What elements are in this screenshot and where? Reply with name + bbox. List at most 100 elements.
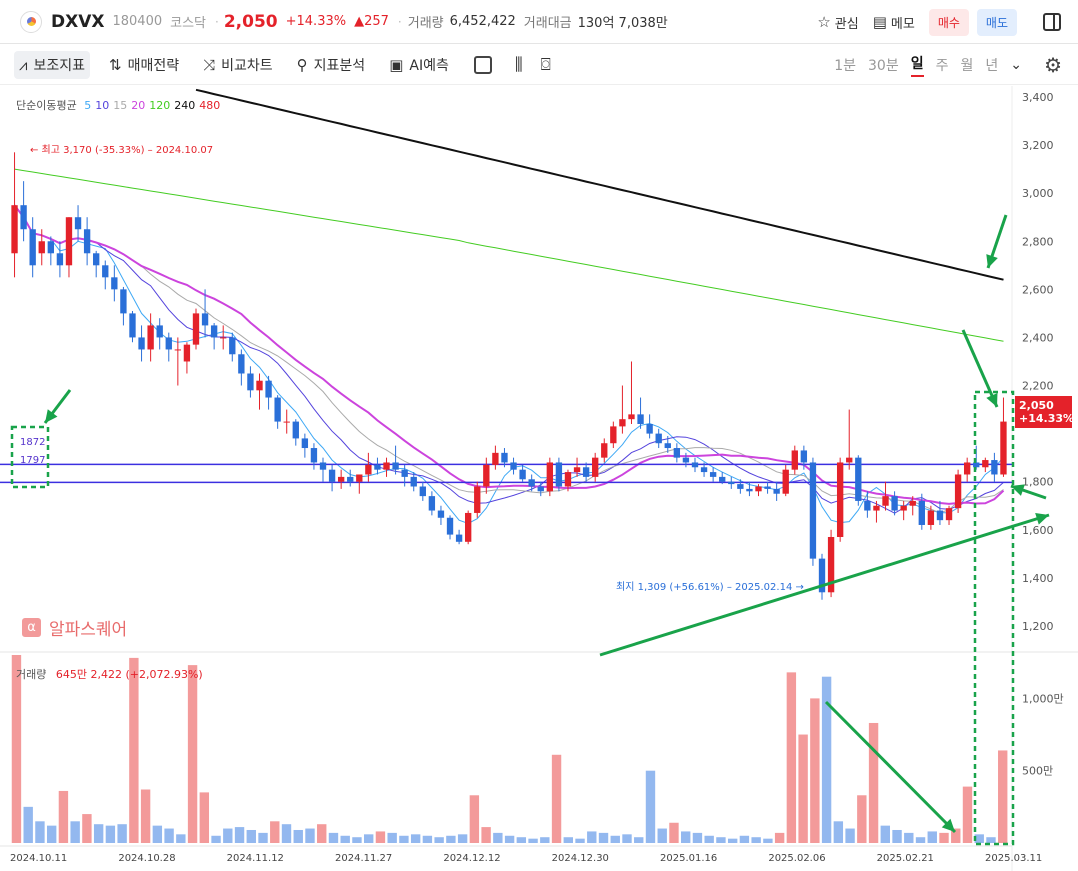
memo-icon: ▤ [872, 13, 887, 31]
star-icon: ☆ [817, 13, 831, 31]
volume-bar [798, 734, 808, 843]
candle-body [356, 474, 363, 482]
x-tick-label: 2024.11.27 [335, 853, 392, 864]
memo-button[interactable]: ▤ 메모 [873, 13, 915, 32]
candle-body [256, 380, 263, 391]
candle-body [982, 460, 989, 468]
volume-bar [317, 824, 327, 843]
stock-name[interactable]: DXVX [51, 12, 104, 32]
candle-body [347, 476, 354, 482]
candle-body [691, 462, 699, 468]
candle-body [555, 462, 563, 487]
strategy-button[interactable]: ⇅ 매매전략 [104, 51, 184, 79]
candle-body [183, 344, 191, 362]
volume-bar [939, 832, 949, 843]
x-tick-label: 2025.01.16 [660, 853, 717, 864]
price-tick-label: 2,200 [1022, 380, 1054, 393]
price-chart[interactable]: 3,400 3,200 3,000 2,800 2,600 2,400 2,200 1,800… [0, 86, 1078, 871]
candle-body [29, 229, 36, 266]
candle-body [474, 486, 481, 513]
candle-body [836, 462, 844, 537]
sell-button[interactable]: 매도 [976, 8, 1017, 36]
analysis-button[interactable]: ⚲ 지표분석 [292, 51, 371, 79]
period-30min[interactable]: 30분 [868, 55, 899, 75]
high-price-note: ← 최고 3,170 (-35.33%) – 2024.10.07 [30, 144, 213, 156]
volume-value: 6,452,422 [449, 14, 516, 29]
candle-body [111, 277, 118, 290]
candle-body [519, 469, 526, 480]
volume-bar [563, 837, 573, 843]
candle-body [238, 354, 245, 374]
current-price: 2,050 [223, 11, 278, 32]
x-tick-label: 2024.10.11 [10, 853, 67, 864]
candle-search-icon: ⚲ [296, 55, 308, 74]
price-tick-label: 3,400 [1022, 91, 1054, 104]
volume-bar [176, 834, 186, 843]
candle-body [319, 462, 327, 470]
candle-body [963, 462, 971, 475]
camera-icon[interactable]: ⌼ [536, 51, 556, 79]
volume-bar [528, 838, 538, 843]
candle-body [945, 508, 953, 521]
alpha-logo-icon: α [22, 618, 41, 637]
period-month[interactable]: 월 [960, 55, 973, 75]
volume-bar [258, 832, 268, 843]
period-week[interactable]: 주 [936, 55, 949, 75]
candle-body [728, 481, 735, 485]
candle-body [220, 337, 227, 339]
volume-bar [187, 665, 198, 843]
volume-bar [751, 837, 761, 843]
strategy-icon: ⇅ [109, 55, 122, 74]
volume-bar [786, 672, 797, 843]
volume-bar [857, 795, 867, 843]
period-day[interactable]: 일 [910, 53, 924, 77]
panel-toggle-icon[interactable] [1043, 13, 1061, 31]
strategy-label: 매매전략 [127, 57, 180, 74]
price-tag-percent: +14.33% [1019, 412, 1075, 425]
buy-button[interactable]: 매수 [928, 8, 969, 36]
volume-bar [904, 832, 914, 843]
period-year[interactable]: 년 [985, 55, 998, 75]
analysis-label: 지표분석 [313, 57, 366, 74]
candle-body [791, 450, 798, 470]
gear-icon[interactable]: ⚙ [1044, 53, 1062, 77]
current-price-tag: 2,050 +14.33% [1015, 396, 1075, 428]
compare-button[interactable]: ⤨ 비교차트 [198, 51, 278, 79]
candle-body [800, 450, 808, 463]
ai-button[interactable]: ▣ AI예측 [384, 51, 454, 79]
candle-body [719, 476, 726, 482]
volume-bar [82, 814, 92, 843]
candle-body [147, 325, 154, 350]
watch-button[interactable]: ☆ 관심 [817, 13, 858, 32]
volume-bar [551, 754, 562, 843]
volume-bar [434, 837, 444, 843]
candle-body [709, 472, 717, 477]
amount-value: 130억 7,038만 [577, 16, 668, 31]
candle-body [573, 467, 581, 473]
x-tick-label: 2025.02.06 [768, 853, 825, 864]
price-tag-value: 2,050 [1019, 399, 1054, 412]
watch-label: 관심 [834, 16, 859, 32]
candle-body [564, 472, 572, 487]
candle-body [428, 496, 436, 511]
candle-body [165, 337, 172, 350]
candle-body [11, 205, 18, 254]
candle-type-button[interactable]: ⫼ [510, 51, 528, 79]
volume-bar [880, 825, 891, 843]
candle-body [927, 510, 935, 525]
candle-body [582, 467, 590, 477]
chevron-down-icon[interactable]: ⌄ [1010, 57, 1022, 73]
candle-body [455, 534, 463, 542]
arrow-ma240-head [986, 254, 998, 268]
square-tool-icon[interactable] [473, 55, 492, 74]
volume-bar [375, 831, 386, 843]
candle-body [156, 325, 163, 338]
volume-bar [129, 657, 139, 843]
candle-body [247, 373, 254, 391]
indicator-button[interactable]: ⩘ 보조지표 [14, 50, 90, 79]
candle-body [873, 505, 880, 511]
candle-body [528, 479, 535, 487]
amount-label: 거래대금 [523, 16, 572, 31]
candle-body [610, 426, 617, 444]
period-1min[interactable]: 1분 [834, 55, 856, 75]
